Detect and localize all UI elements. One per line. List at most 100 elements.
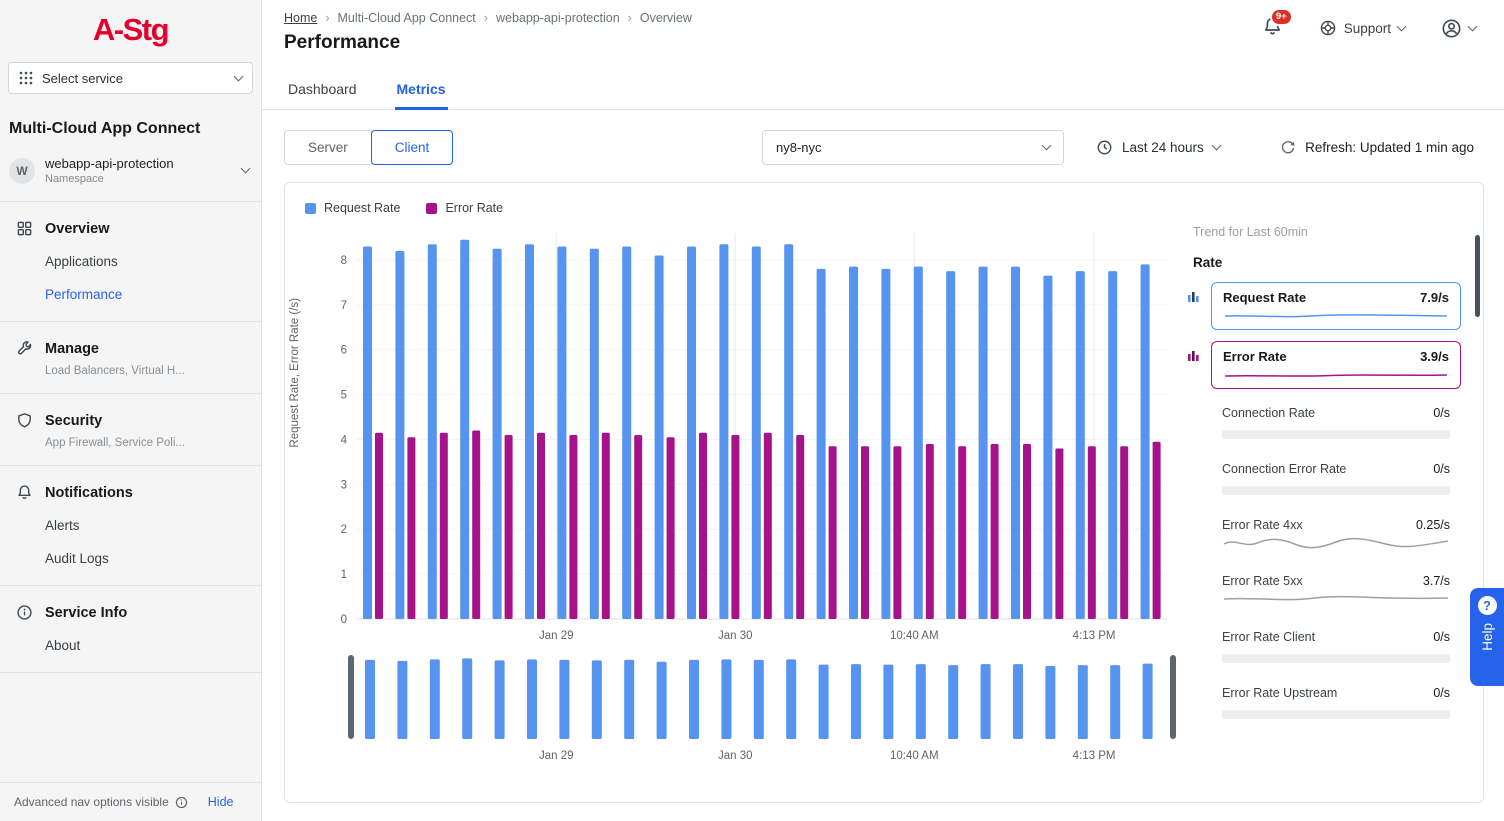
chevron-down-icon — [1397, 21, 1407, 31]
app-root: A-Stg Select service Multi-Cloud App Con… — [0, 0, 1504, 821]
bell-icon — [16, 484, 33, 501]
metric-value: 0.25/s — [1416, 518, 1450, 532]
user-icon — [1441, 18, 1462, 39]
sidebar-item-applications[interactable]: Applications — [0, 245, 261, 278]
sidebar-item-service-info[interactable]: Service Info — [0, 594, 261, 629]
nav-description: App Firewall, Service Poli... — [0, 437, 261, 455]
namespace-selector[interactable]: W webapp-api-protection Namespace — [0, 148, 261, 202]
svg-text:Jan 29: Jan 29 — [539, 750, 574, 762]
time-range-dropdown[interactable]: Last 24 hours — [1096, 130, 1220, 165]
sidebar-item-performance[interactable]: Performance — [0, 278, 261, 311]
chevron-down-icon — [241, 164, 251, 174]
client-toggle-button[interactable]: Client — [371, 130, 454, 165]
sidebar-item-manage[interactable]: Manage — [0, 330, 261, 365]
breadcrumb-overview[interactable]: Overview — [620, 11, 692, 25]
metric-label: Error Rate Client — [1222, 630, 1315, 644]
svg-text:2: 2 — [341, 524, 347, 536]
chevron-down-icon — [1042, 141, 1052, 151]
sidebar-item-notifications[interactable]: Notifications — [0, 474, 261, 509]
server-toggle-button[interactable]: Server — [284, 130, 372, 165]
sidebar-item-about[interactable]: About — [0, 629, 261, 662]
site-select-dropdown[interactable]: ny8-nyc — [762, 130, 1064, 165]
legend-label: Error Rate — [445, 201, 503, 215]
tab-dashboard[interactable]: Dashboard — [286, 70, 359, 110]
sparkline-flat — [1222, 710, 1450, 719]
metric-error-rate[interactable]: Error Rate 3.9/s — [1211, 341, 1461, 389]
tab-bar: Dashboard Metrics — [262, 70, 1504, 110]
support-menu[interactable]: Support — [1319, 19, 1405, 37]
svg-text:7: 7 — [341, 300, 347, 312]
select-service-dropdown[interactable]: Select service — [8, 62, 253, 94]
hide-nav-link[interactable]: Hide — [208, 795, 234, 809]
svg-text:1: 1 — [341, 569, 347, 581]
wrench-icon — [16, 340, 33, 357]
help-tab[interactable]: ? Help — [1470, 588, 1504, 686]
svg-text:Jan 30: Jan 30 — [718, 630, 753, 642]
metric-error-rate-4xx[interactable]: Error Rate 4xx 0.25/s — [1211, 512, 1461, 560]
trend-panel-title: Trend for Last 60min — [1183, 225, 1461, 239]
svg-text:4:13 PM: 4:13 PM — [1073, 630, 1116, 642]
brush-handle-right[interactable] — [1170, 655, 1176, 739]
breadcrumb-namespace[interactable]: webapp-api-protection — [476, 11, 620, 25]
refresh-button[interactable]: Refresh: Updated 1 min ago — [1280, 130, 1474, 165]
server-client-toggle: Server Client — [284, 130, 453, 165]
svg-text:3: 3 — [341, 479, 347, 491]
metrics-card: Request Rate Error Rate Request Rate, Er… — [284, 182, 1484, 803]
sidebar-item-audit-logs[interactable]: Audit Logs — [0, 542, 261, 575]
namespace-type-label: Namespace — [45, 173, 174, 185]
sidebar-item-alerts[interactable]: Alerts — [0, 509, 261, 542]
sparkline — [1222, 591, 1450, 607]
y-axis-label: Request Rate, Error Rate (/s) — [289, 298, 301, 448]
sparkline — [1222, 535, 1450, 551]
legend-swatch-blue — [305, 203, 316, 214]
svg-text:10:40 AM: 10:40 AM — [890, 630, 939, 642]
mini-overview-chart[interactable]: Jan 29Jan 3010:40 AM4:13 PM — [315, 653, 1177, 765]
sparkline — [1223, 367, 1449, 383]
metric-error-rate-upstream[interactable]: Error Rate Upstream 0/s — [1211, 680, 1461, 728]
metric-request-rate[interactable]: Request Rate 7.9/s — [1211, 282, 1461, 330]
metric-error-rate-client[interactable]: Error Rate Client 0/s — [1211, 624, 1461, 672]
svg-text:5: 5 — [341, 390, 347, 402]
support-label: Support — [1344, 21, 1391, 36]
app-title: Multi-Cloud App Connect — [0, 98, 261, 148]
sidebar-item-overview[interactable]: Overview — [0, 210, 261, 245]
dashboard-grid-icon — [16, 220, 33, 237]
breadcrumb-app-connect[interactable]: Multi-Cloud App Connect — [317, 11, 475, 25]
svg-text:10:40 AM: 10:40 AM — [890, 750, 939, 762]
sidebar-item-security[interactable]: Security — [0, 402, 261, 437]
breadcrumb-home[interactable]: Home — [284, 11, 317, 25]
brush-handle-left[interactable] — [348, 655, 354, 739]
lifebuoy-icon — [1319, 19, 1337, 37]
refresh-label: Refresh: Updated 1 min ago — [1305, 140, 1474, 155]
sidebar: A-Stg Select service Multi-Cloud App Con… — [0, 0, 262, 821]
chevron-down-icon — [1468, 21, 1478, 31]
scrollbar-thumb[interactable] — [1475, 235, 1480, 317]
rate-section-label: Rate — [1183, 239, 1461, 282]
topbar: Home Multi-Cloud App Connect webapp-api-… — [262, 0, 1504, 54]
nav-label: Overview — [45, 221, 110, 237]
metric-error-rate-5xx[interactable]: Error Rate 5xx 3.7/s — [1211, 568, 1461, 616]
metric-label: Connection Error Rate — [1222, 462, 1346, 476]
trend-metrics-list: Request Rate 7.9/s Error Rate 3.9/s — [1183, 282, 1461, 728]
svg-text:Jan 29: Jan 29 — [539, 630, 574, 642]
sidebar-nav: Overview Applications Performance Manage… — [0, 202, 261, 673]
select-service-label: Select service — [42, 71, 123, 86]
legend-request-rate[interactable]: Request Rate — [305, 201, 400, 215]
legend-swatch-magenta — [426, 203, 437, 214]
svg-text:6: 6 — [341, 345, 347, 357]
metric-value: 7.9/s — [1420, 290, 1449, 305]
svg-text:Jan 30: Jan 30 — [718, 750, 753, 762]
metric-connection-rate[interactable]: Connection Rate 0/s — [1211, 400, 1461, 448]
metric-connection-error-rate[interactable]: Connection Error Rate 0/s — [1211, 456, 1461, 504]
nav-label: Security — [45, 413, 102, 429]
account-menu[interactable] — [1441, 18, 1476, 39]
bar-chart-icon — [1187, 290, 1200, 306]
tab-metrics[interactable]: Metrics — [395, 70, 448, 110]
notifications-button[interactable]: 9+ — [1262, 16, 1283, 40]
legend-error-rate[interactable]: Error Rate — [426, 201, 503, 215]
help-question-icon: ? — [1478, 596, 1497, 615]
time-range-value: Last 24 hours — [1122, 140, 1204, 155]
metric-label: Request Rate — [1223, 290, 1306, 305]
brand-logo: A-Stg — [0, 0, 261, 56]
metric-value: 3.9/s — [1420, 349, 1449, 364]
